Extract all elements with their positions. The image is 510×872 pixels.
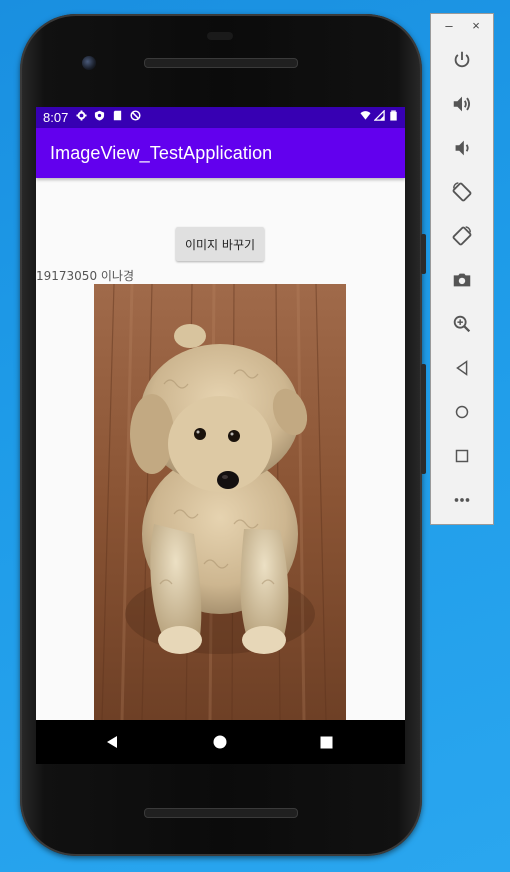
app-bar: ImageView_TestApplication: [36, 128, 405, 178]
signal-icon: [374, 110, 385, 121]
front-camera: [82, 56, 96, 70]
panel-window-controls: – ×: [431, 14, 493, 40]
nav-recents-button[interactable]: [316, 732, 336, 752]
screenshot-button[interactable]: [448, 266, 476, 294]
nav-back-button[interactable]: [102, 732, 122, 752]
side-button-upper: [421, 234, 426, 274]
overview-icon: [455, 449, 469, 463]
camera-icon: [453, 273, 471, 287]
home-icon: [213, 735, 227, 749]
home-icon: [455, 405, 469, 419]
side-button-lower: [421, 364, 426, 474]
student-label: 19173050 이나경: [36, 269, 135, 283]
zoom-button[interactable]: [448, 310, 476, 338]
change-image-button[interactable]: 이미지 바꾸기: [176, 227, 264, 261]
volume-up-icon: [453, 96, 471, 112]
bottom-speaker: [144, 808, 298, 818]
volume-down-icon: [455, 140, 469, 156]
close-button[interactable]: ×: [469, 18, 483, 33]
recents-icon: [320, 736, 332, 748]
rotate-right-button[interactable]: [448, 222, 476, 250]
more-icon: [454, 498, 470, 502]
back-icon: [107, 736, 117, 748]
status-icons-left: [76, 110, 141, 121]
battery-icon: [390, 110, 397, 121]
device-screen: 8:07 ImageView_TestApplication 이미지 바꾸기 1…: [36, 107, 405, 720]
puppy-photo-illustration: [94, 284, 346, 720]
proximity-sensor: [207, 32, 233, 40]
volume-down-button[interactable]: [448, 134, 476, 162]
overview-button[interactable]: [448, 442, 476, 470]
top-speaker: [144, 58, 298, 68]
sd-card-icon: [113, 110, 122, 121]
emulator-toolbar: – ×: [430, 13, 494, 525]
nav-home-button[interactable]: [210, 732, 230, 752]
app-title: ImageView_TestApplication: [50, 143, 273, 163]
dog-image: [94, 284, 346, 720]
wifi-icon: [360, 111, 371, 120]
power-button[interactable]: [448, 46, 476, 74]
minimize-button[interactable]: –: [442, 18, 456, 33]
home-button[interactable]: [448, 398, 476, 426]
more-button[interactable]: [448, 486, 476, 514]
back-button[interactable]: [448, 354, 476, 382]
rotate-left-icon: [452, 182, 472, 202]
rotate-right-icon: [452, 226, 472, 246]
status-icons-right: [360, 110, 399, 121]
power-icon: [454, 51, 470, 68]
nav-bar: [36, 720, 405, 764]
zoom-icon: [453, 315, 471, 333]
status-time: 8:07: [43, 110, 69, 125]
gear-icon: [76, 110, 87, 121]
status-bar: 8:07: [36, 107, 405, 128]
no-disturb-icon: [130, 110, 141, 121]
back-icon: [456, 360, 468, 376]
volume-up-button[interactable]: [448, 90, 476, 118]
shield-icon: [94, 110, 105, 121]
rotate-left-button[interactable]: [448, 178, 476, 206]
